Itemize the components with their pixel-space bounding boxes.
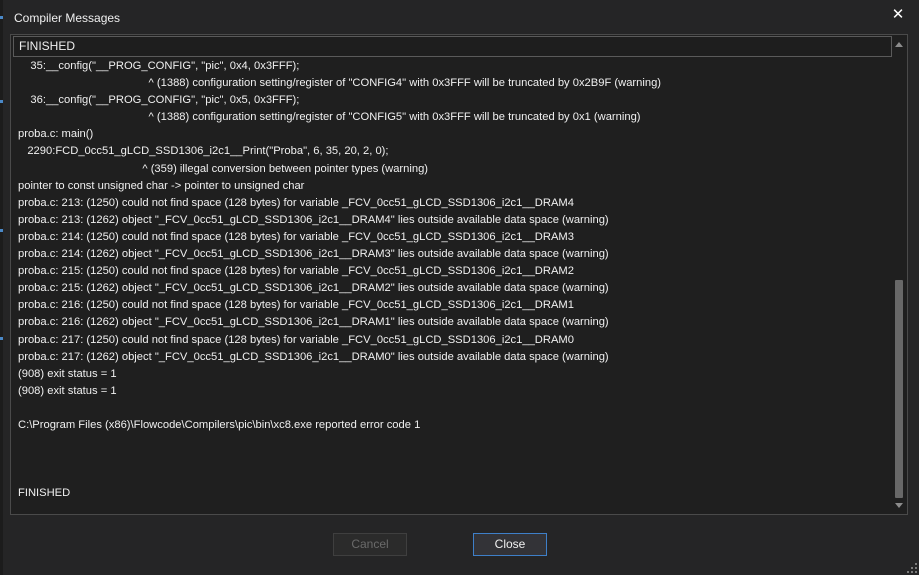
log-line: 2290:FCD_0cc51_gLCD_SSD1306_i2c1__Print(…: [18, 145, 389, 158]
vertical-scrollbar[interactable]: [893, 36, 905, 513]
message-log[interactable]: 35:__config("__PROG_CONFIG", "pic", 0x4,…: [18, 58, 888, 502]
log-line: ^ (1388) configuration setting/register …: [18, 77, 662, 90]
window-title: Compiler Messages: [14, 11, 121, 25]
log-line: proba.c: main(): [18, 128, 94, 141]
log-line: proba.c: 217: (1250) could not find spac…: [18, 333, 574, 346]
log-line: C:\Program Files (x86)\Flowcode\Compiler…: [18, 418, 421, 431]
log-line: proba.c: 217: (1262) object "_FCV_0cc51_…: [18, 350, 609, 363]
log-line: (908) exit status = 1: [18, 367, 117, 380]
log-line: pointer to const unsigned char -> pointe…: [18, 179, 305, 192]
log-line: proba.c: 216: (1262) object "_FCV_0cc51_…: [18, 316, 609, 329]
close-icon[interactable]: ✕: [891, 7, 905, 22]
scrollbar-thumb[interactable]: [895, 280, 903, 498]
scroll-down-icon[interactable]: [895, 503, 903, 508]
status-header: FINISHED: [13, 36, 892, 57]
resize-grip-icon[interactable]: [907, 563, 917, 573]
log-line: proba.c: 216: (1250) could not find spac…: [18, 299, 574, 312]
edge-marker: [0, 229, 3, 232]
log-line: (908) exit status = 1: [18, 384, 117, 397]
log-line: proba.c: 214: (1262) object "_FCV_0cc51_…: [18, 248, 609, 261]
log-line: proba.c: 214: (1250) could not find spac…: [18, 230, 574, 243]
log-line: FINISHED: [18, 487, 71, 500]
log-line: 36:__config("__PROG_CONFIG", "pic", 0x5,…: [18, 94, 300, 107]
title-bar[interactable]: Compiler Messages ✕: [3, 0, 919, 34]
compiler-output-panel[interactable]: FINISHED 35:__config("__PROG_CONFIG", "p…: [10, 34, 908, 515]
log-line: proba.c: 213: (1262) object "_FCV_0cc51_…: [18, 213, 609, 226]
log-line: ^ (1388) configuration setting/register …: [18, 111, 641, 124]
edge-marker: [0, 100, 3, 103]
log-line: proba.c: 215: (1250) could not find spac…: [18, 265, 574, 278]
window-left-edge: [0, 0, 3, 575]
log-line: ^ (359) illegal conversion between point…: [18, 162, 429, 175]
log-line: 35:__config("__PROG_CONFIG", "pic", 0x4,…: [18, 60, 300, 72]
edge-marker: [0, 337, 3, 340]
cancel-button[interactable]: Cancel: [333, 533, 407, 556]
close-button[interactable]: Close: [473, 533, 547, 556]
log-line: proba.c: 215: (1262) object "_FCV_0cc51_…: [18, 282, 609, 295]
log-line: proba.c: 213: (1250) could not find spac…: [18, 196, 574, 209]
scroll-up-icon[interactable]: [895, 42, 903, 47]
